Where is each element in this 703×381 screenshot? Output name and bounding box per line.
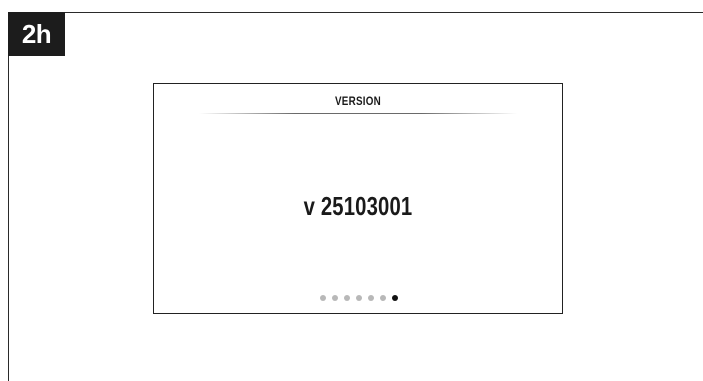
page-dot[interactable]	[356, 295, 362, 301]
title-divider	[199, 113, 517, 114]
page-dot[interactable]	[320, 295, 326, 301]
page-dot[interactable]	[368, 295, 374, 301]
page-dot-active[interactable]	[392, 295, 398, 301]
frame-border-left	[8, 12, 9, 381]
device-screen: VERSION v 25103001	[153, 83, 563, 314]
page-dot[interactable]	[380, 295, 386, 301]
page-indicator	[154, 295, 562, 301]
frame-border-top	[8, 12, 703, 13]
version-number: v 25103001	[303, 191, 413, 221]
page-dot[interactable]	[332, 295, 338, 301]
page-dot[interactable]	[344, 295, 350, 301]
screen-title: VERSION	[334, 94, 382, 108]
step-badge: 2h	[8, 12, 65, 56]
